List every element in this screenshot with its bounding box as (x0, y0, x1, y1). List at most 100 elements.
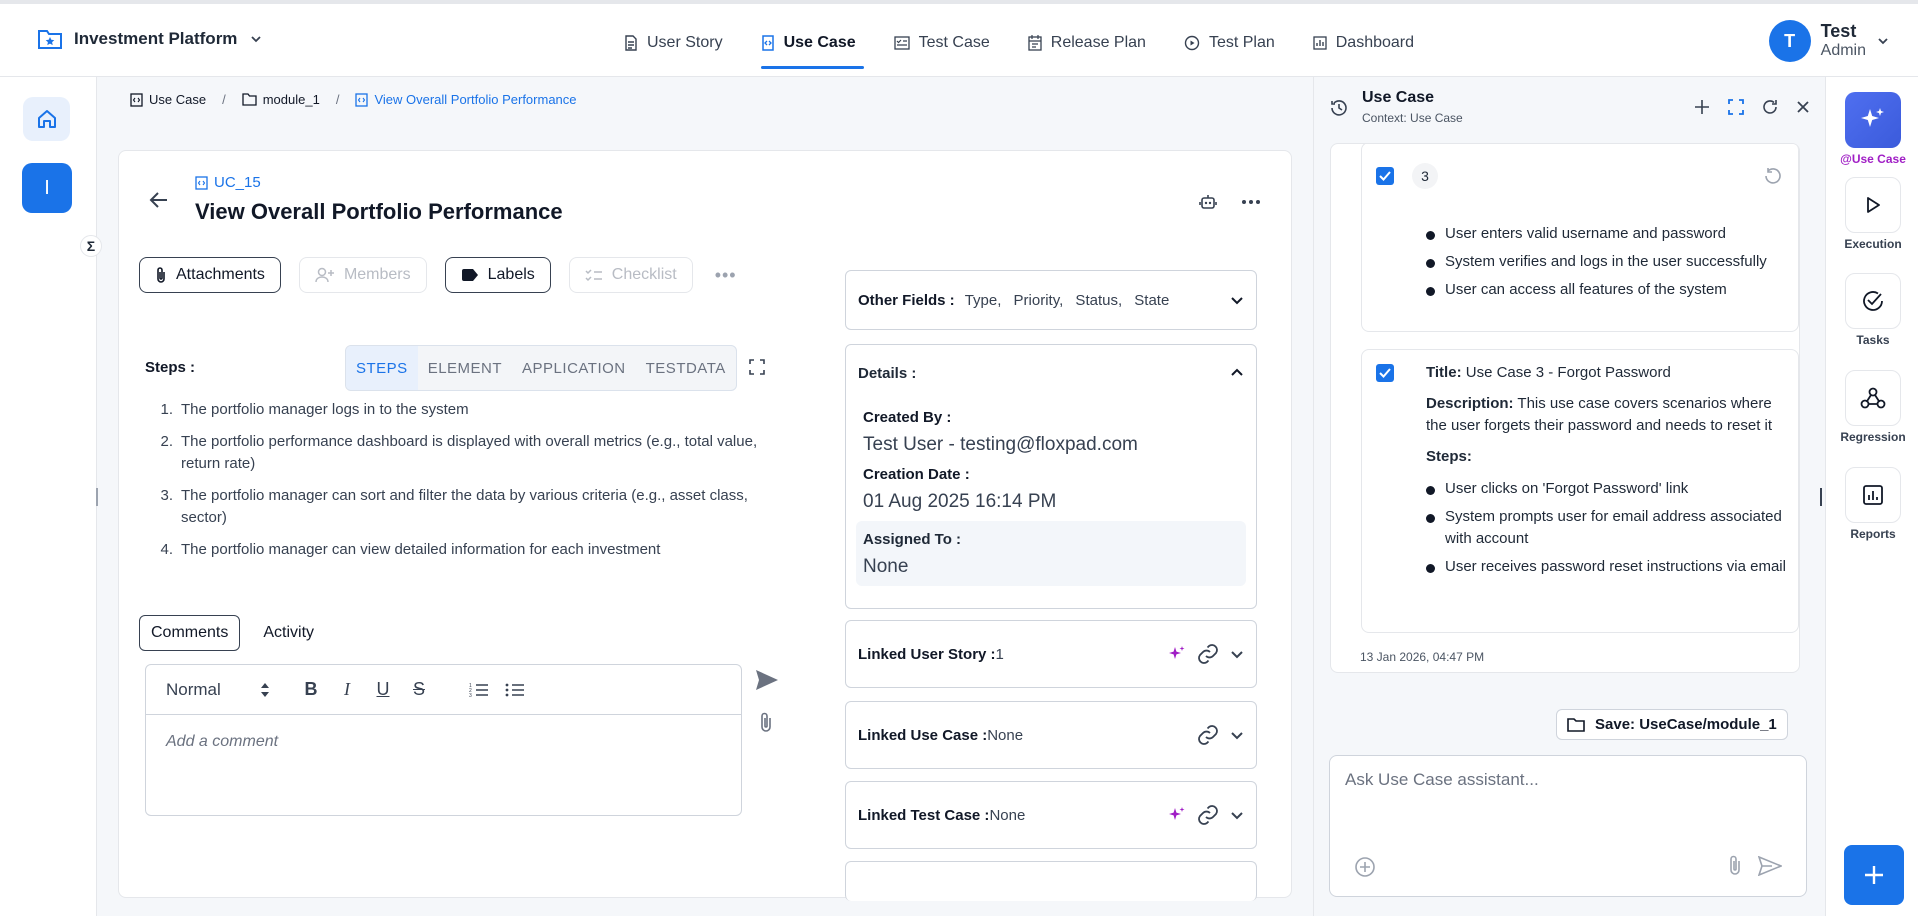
send-comment-button[interactable] (755, 669, 779, 691)
user-menu[interactable]: T Test Admin (1768, 20, 1890, 62)
breadcrumb-folder[interactable]: module_1 (242, 92, 320, 107)
action-chips: Attachments Members Labels Checklist ••• (139, 257, 737, 293)
sparkle-icon[interactable] (1168, 645, 1186, 663)
add-button[interactable] (1844, 845, 1904, 905)
rail-button[interactable] (1845, 92, 1901, 148)
created-by-field: Created By : Test User - testing@floxpad… (846, 409, 1256, 456)
step-text: The portfolio manager can view detailed … (181, 541, 661, 558)
chevron-down-icon[interactable] (1230, 647, 1244, 661)
rail-execution[interactable]: Execution (1844, 177, 1902, 251)
nav-label: Dashboard (1335, 34, 1415, 51)
nav-user-story[interactable]: User Story (624, 28, 723, 58)
folder-icon (242, 93, 257, 106)
tab-application[interactable]: APPLICATION (512, 346, 636, 390)
undo-icon[interactable] (1764, 167, 1782, 185)
linked-label: Linked User Story : (858, 645, 996, 663)
rail-use-case[interactable]: @Use Case (1840, 92, 1906, 166)
strikethrough-icon[interactable]: S (408, 679, 430, 701)
bold-icon[interactable]: B (300, 679, 322, 701)
assistant-input-placeholder: Ask Use Case assistant... (1345, 770, 1539, 789)
nav-release-plan[interactable]: Release Plan (1028, 28, 1146, 58)
sparkle-icon[interactable] (1168, 806, 1186, 824)
send-icon[interactable] (1758, 856, 1782, 876)
fullscreen-icon[interactable] (749, 359, 765, 375)
rail-button[interactable] (1845, 273, 1901, 329)
home-button[interactable] (23, 97, 70, 141)
rail-reports[interactable]: Reports (1844, 467, 1902, 541)
nav-test-plan[interactable]: Test Plan (1184, 28, 1275, 58)
checklist-button[interactable]: Checklist (568, 257, 693, 293)
more-options-icon[interactable] (1241, 199, 1261, 205)
details-header[interactable]: Details : (846, 345, 1256, 401)
robot-icon[interactable] (1199, 193, 1217, 211)
refresh-icon[interactable] (1762, 99, 1778, 115)
nav-test-case[interactable]: Test Case (893, 28, 990, 58)
rail-button[interactable] (1845, 370, 1901, 426)
user-role: Admin (1820, 42, 1866, 59)
chevron-down-icon[interactable] (1230, 808, 1244, 822)
format-value: Normal (166, 679, 221, 699)
sort-arrows-icon (260, 682, 269, 697)
rail-button[interactable] (1845, 467, 1901, 523)
user-name: Test (1820, 21, 1857, 41)
step-text: The portfolio manager can sort and filte… (181, 487, 748, 526)
link-icon[interactable] (1196, 803, 1220, 827)
linked-test-case[interactable]: Linked Test Case : None (845, 781, 1257, 849)
save-button[interactable]: Save: UseCase/module_1 (1556, 709, 1788, 740)
tab-testdata[interactable]: TESTDATA (636, 346, 736, 390)
tab-steps[interactable]: STEPS (346, 346, 418, 390)
document-icon (624, 35, 638, 51)
folder-star-icon (38, 28, 62, 50)
tab-comments[interactable]: Comments (139, 615, 241, 651)
rail-button[interactable] (1845, 177, 1901, 233)
assigned-to-field[interactable]: Assigned To : None (856, 521, 1246, 586)
add-circle-icon[interactable] (1354, 856, 1376, 878)
attach-comment-button[interactable] (759, 711, 773, 733)
more-options-icon[interactable]: ••• (715, 265, 737, 286)
sidebar-toggle[interactable]: Σ (80, 235, 102, 257)
main-nav: User Story Use Case Test Case Release Pl… (624, 28, 1452, 69)
paperclip-icon (155, 266, 167, 284)
add-icon[interactable] (1694, 99, 1710, 115)
attachments-button[interactable]: Attachments (139, 257, 281, 293)
tab-activity[interactable]: Activity (252, 615, 325, 651)
tab-element[interactable]: ELEMENT (418, 346, 512, 390)
format-select[interactable]: Normal (166, 680, 286, 700)
linked-use-case[interactable]: Linked Use Case : None (845, 701, 1257, 769)
link-icon[interactable] (1196, 642, 1220, 666)
labels-button[interactable]: Labels (444, 257, 551, 293)
comment-input[interactable]: Add a comment (146, 715, 741, 769)
rail-tasks[interactable]: Tasks (1844, 273, 1902, 347)
resize-handle[interactable] (96, 488, 98, 506)
workspace-button[interactable]: I (22, 163, 72, 213)
nav-use-case[interactable]: Use Case (760, 28, 864, 69)
other-fields-values: Type, Priority, Status, State (964, 291, 1170, 309)
history-icon[interactable] (1330, 99, 1348, 117)
link-icon[interactable] (1196, 723, 1220, 747)
breadcrumb-label: Use Case (149, 92, 207, 107)
resize-handle[interactable] (1820, 488, 1822, 506)
page-title: View Overall Portfolio Performance (195, 199, 563, 224)
chevron-down-icon[interactable] (1230, 728, 1244, 742)
underline-icon[interactable]: U (372, 679, 394, 701)
nav-dashboard[interactable]: Dashboard (1313, 28, 1414, 58)
rail-regression[interactable]: Regression (1840, 370, 1906, 444)
project-selector[interactable]: Investment Platform (38, 28, 263, 50)
italic-icon[interactable]: I (336, 679, 358, 701)
breadcrumb-root[interactable]: Use Case (130, 92, 206, 107)
suggestion-steps: User enters valid username and password … (1426, 223, 1786, 307)
ordered-list-icon[interactable]: 123 (468, 679, 490, 701)
assistant-input[interactable]: Ask Use Case assistant... (1329, 755, 1807, 897)
members-button[interactable]: Members (298, 257, 427, 293)
linked-user-story[interactable]: Linked User Story : 1 (845, 620, 1257, 688)
expand-icon[interactable] (1728, 99, 1744, 115)
other-fields[interactable]: Other Fields : Type, Priority, Status, S… (845, 270, 1257, 330)
close-icon[interactable] (1796, 100, 1810, 114)
bullet-list-icon[interactable] (504, 679, 526, 701)
use-case-id[interactable]: UC_15 (195, 174, 261, 191)
list-item: System verifies and logs in the user suc… (1426, 251, 1786, 273)
suggestion-checkbox[interactable] (1376, 364, 1394, 382)
back-button[interactable] (149, 191, 169, 209)
paperclip-icon[interactable] (1728, 854, 1742, 876)
suggestion-checkbox[interactable] (1376, 167, 1394, 185)
